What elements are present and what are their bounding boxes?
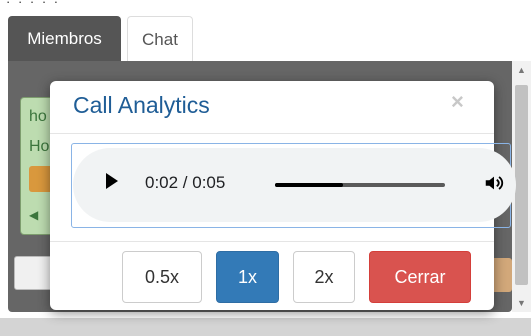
progress-bar[interactable] xyxy=(275,183,445,187)
message-input[interactable] xyxy=(14,256,54,290)
play-icon[interactable] xyxy=(106,173,118,189)
tab-miembros[interactable]: Miembros xyxy=(8,16,121,61)
header-fragment-text: · · · · · xyxy=(6,0,61,9)
list-item-label: ho xyxy=(29,108,47,125)
speaker-icon: ◀ xyxy=(29,208,39,222)
progress-fill xyxy=(275,183,343,187)
footer-bar xyxy=(0,318,531,336)
header-fragment: · · · · · xyxy=(0,0,531,16)
speed-1x-button[interactable]: 1x xyxy=(216,251,279,303)
scroll-down-icon[interactable]: ▼ xyxy=(512,298,531,308)
call-analytics-modal: Call Analytics × 0:02 / 0:05 0.5x 1x 2x … xyxy=(50,81,516,310)
speed-2x-button[interactable]: 2x xyxy=(293,251,355,303)
scroll-up-icon[interactable]: ▲ xyxy=(512,65,531,75)
time-display: 0:02 / 0:05 xyxy=(145,173,226,192)
scrollbar-thumb[interactable] xyxy=(515,85,528,285)
audio-player[interactable]: 0:02 / 0:05 xyxy=(73,148,516,222)
tab-chat[interactable]: Chat xyxy=(127,16,193,61)
list-item-label: Ho xyxy=(29,138,50,155)
modal-divider xyxy=(50,133,494,134)
close-button[interactable]: Cerrar xyxy=(369,251,471,303)
modal-divider xyxy=(50,241,494,242)
modal-title: Call Analytics xyxy=(73,92,210,118)
speed-0-5x-button[interactable]: 0.5x xyxy=(122,251,202,303)
volume-icon[interactable] xyxy=(483,172,505,194)
close-icon[interactable]: × xyxy=(451,89,464,115)
